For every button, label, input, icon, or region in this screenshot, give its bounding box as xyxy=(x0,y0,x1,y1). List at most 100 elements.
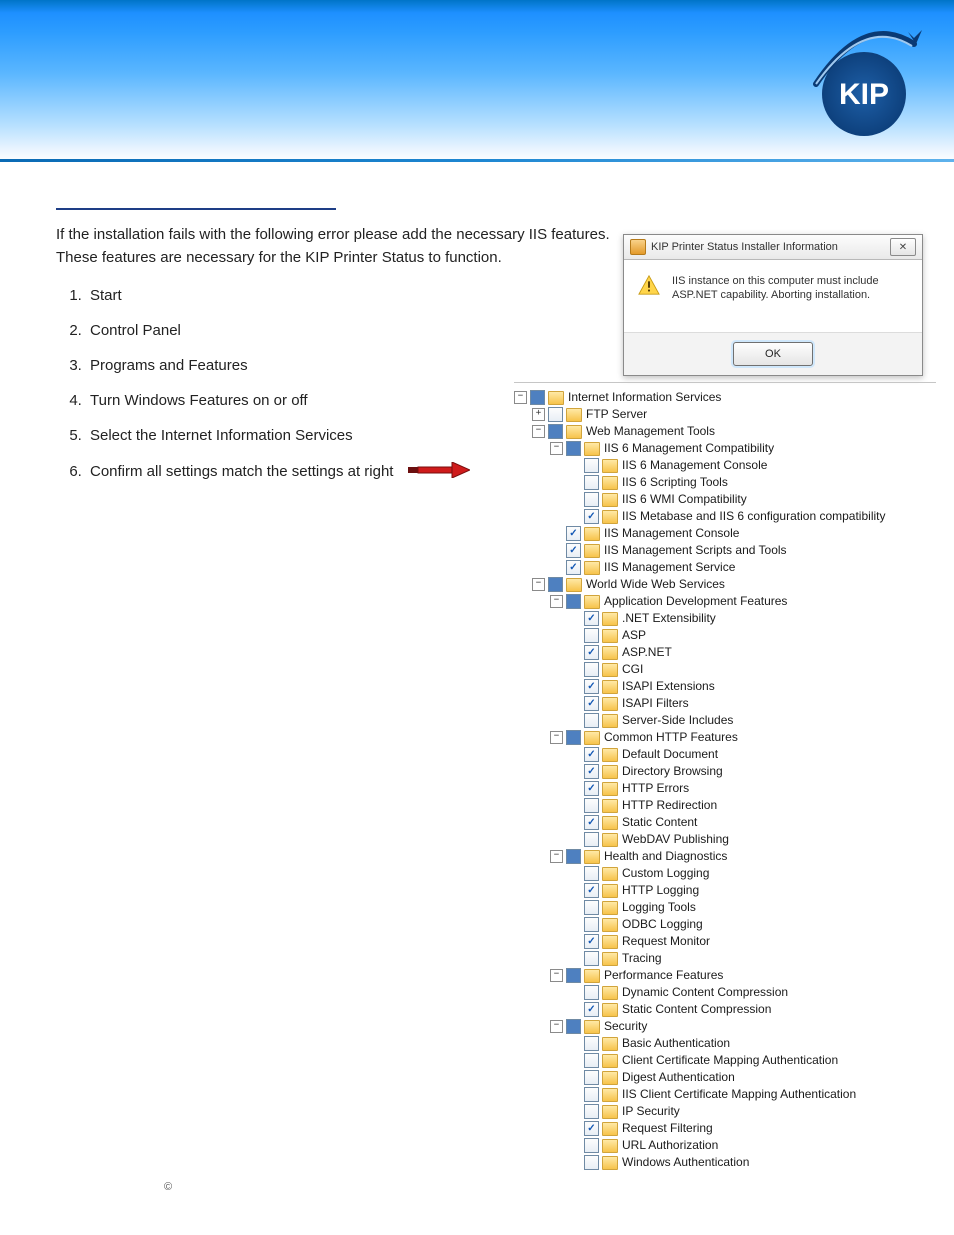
checkbox[interactable] xyxy=(584,662,599,677)
checkbox[interactable] xyxy=(584,798,599,813)
checkbox[interactable] xyxy=(584,611,599,626)
checkbox[interactable] xyxy=(584,1070,599,1085)
tree-node: −World Wide Web Services−Application Dev… xyxy=(532,576,936,1171)
tree-node: ISAPI Extensions xyxy=(568,678,936,695)
checkbox[interactable] xyxy=(584,934,599,949)
checkbox[interactable] xyxy=(530,390,545,405)
checkbox[interactable] xyxy=(566,526,581,541)
folder-icon xyxy=(602,867,618,881)
tree-node: −IIS 6 Management CompatibilityIIS 6 Man… xyxy=(550,440,936,525)
checkbox[interactable] xyxy=(584,815,599,830)
checkbox[interactable] xyxy=(566,968,581,983)
expand-icon[interactable]: + xyxy=(532,408,545,421)
folder-icon xyxy=(584,731,600,745)
tree-node: Tracing xyxy=(568,950,936,967)
checkbox[interactable] xyxy=(566,1019,581,1034)
checkbox[interactable] xyxy=(566,849,581,864)
tree-label: Tracing xyxy=(621,950,662,967)
header-banner: KIP xyxy=(0,0,954,162)
windows-features-tree: −Internet Information Services+FTP Serve… xyxy=(514,382,936,1171)
checkbox[interactable] xyxy=(584,781,599,796)
checkbox[interactable] xyxy=(566,543,581,558)
collapse-icon[interactable]: − xyxy=(550,595,563,608)
folder-icon xyxy=(602,884,618,898)
checkbox[interactable] xyxy=(548,424,563,439)
tree-label: IP Security xyxy=(621,1103,680,1120)
checkbox[interactable] xyxy=(584,1104,599,1119)
tree-label: Internet Information Services xyxy=(567,389,721,406)
checkbox[interactable] xyxy=(584,1002,599,1017)
checkbox[interactable] xyxy=(584,679,599,694)
checkbox[interactable] xyxy=(584,696,599,711)
checkbox[interactable] xyxy=(584,1053,599,1068)
collapse-icon[interactable]: − xyxy=(550,1020,563,1033)
tree-node: −Web Management Tools−IIS 6 Management C… xyxy=(532,423,936,576)
checkbox[interactable] xyxy=(584,883,599,898)
collapse-icon[interactable]: − xyxy=(550,969,563,982)
folder-icon xyxy=(602,833,618,847)
checkbox[interactable] xyxy=(584,1036,599,1051)
tree-label: ODBC Logging xyxy=(621,916,703,933)
tree-node: CGI xyxy=(568,661,936,678)
tree-node: HTTP Logging xyxy=(568,882,936,899)
tree-node: Static Content Compression xyxy=(568,1001,936,1018)
checkbox[interactable] xyxy=(566,594,581,609)
checkbox[interactable] xyxy=(584,900,599,915)
tree-label: Performance Features xyxy=(603,967,723,984)
checkbox[interactable] xyxy=(548,577,563,592)
tree-node: IIS Management Console xyxy=(550,525,936,542)
folder-icon xyxy=(602,816,618,830)
checkbox[interactable] xyxy=(584,509,599,524)
tree-node: .NET Extensibility xyxy=(568,610,936,627)
checkbox[interactable] xyxy=(566,441,581,456)
tree-node: Server-Side Includes xyxy=(568,712,936,729)
checkbox[interactable] xyxy=(566,730,581,745)
tree-node: ASP xyxy=(568,627,936,644)
folder-icon xyxy=(602,493,618,507)
folder-icon xyxy=(566,578,582,592)
tree-label: Basic Authentication xyxy=(621,1035,730,1052)
tree-label: Static Content xyxy=(621,814,697,831)
checkbox[interactable] xyxy=(566,560,581,575)
tree-node: ISAPI Filters xyxy=(568,695,936,712)
checkbox[interactable] xyxy=(584,645,599,660)
checkbox[interactable] xyxy=(548,407,563,422)
folder-icon xyxy=(584,850,600,864)
checkbox[interactable] xyxy=(584,985,599,1000)
close-button[interactable]: ✕ xyxy=(890,238,916,256)
checkbox[interactable] xyxy=(584,1087,599,1102)
checkbox[interactable] xyxy=(584,747,599,762)
tree-node: Windows Authentication xyxy=(568,1154,936,1171)
tree-label: Common HTTP Features xyxy=(603,729,738,746)
checkbox[interactable] xyxy=(584,492,599,507)
checkbox[interactable] xyxy=(584,1121,599,1136)
tree-label: HTTP Logging xyxy=(621,882,699,899)
tree-node: IIS Management Scripts and Tools xyxy=(550,542,936,559)
collapse-icon[interactable]: − xyxy=(550,731,563,744)
checkbox[interactable] xyxy=(584,866,599,881)
tree-label: Health and Diagnostics xyxy=(603,848,727,865)
collapse-icon[interactable]: − xyxy=(514,391,527,404)
ok-button[interactable]: OK xyxy=(733,342,813,366)
checkbox[interactable] xyxy=(584,713,599,728)
tree-label: HTTP Redirection xyxy=(621,797,717,814)
folder-icon xyxy=(584,544,600,558)
collapse-icon[interactable]: − xyxy=(532,425,545,438)
tree-node: IIS Client Certificate Mapping Authentic… xyxy=(568,1086,936,1103)
checkbox[interactable] xyxy=(584,951,599,966)
folder-icon xyxy=(602,476,618,490)
checkbox[interactable] xyxy=(584,832,599,847)
folder-icon xyxy=(602,663,618,677)
checkbox[interactable] xyxy=(584,1138,599,1153)
collapse-icon[interactable]: − xyxy=(550,442,563,455)
checkbox[interactable] xyxy=(584,628,599,643)
collapse-icon[interactable]: − xyxy=(532,578,545,591)
folder-icon xyxy=(602,799,618,813)
collapse-icon[interactable]: − xyxy=(550,850,563,863)
checkbox[interactable] xyxy=(584,917,599,932)
checkbox[interactable] xyxy=(584,764,599,779)
checkbox[interactable] xyxy=(584,475,599,490)
checkbox[interactable] xyxy=(584,458,599,473)
tree-label: Logging Tools xyxy=(621,899,696,916)
checkbox[interactable] xyxy=(584,1155,599,1170)
